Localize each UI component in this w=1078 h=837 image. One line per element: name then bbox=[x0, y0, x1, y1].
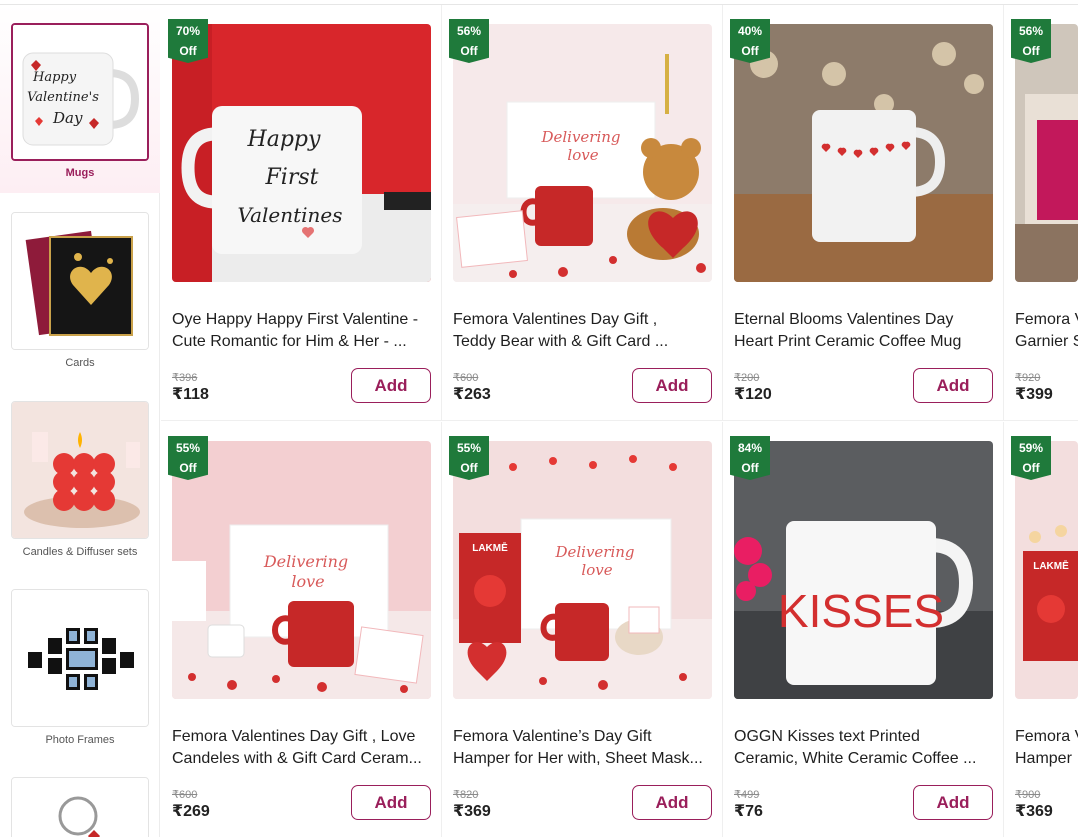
add-button[interactable]: Add bbox=[913, 785, 993, 820]
svg-text:Day: Day bbox=[52, 109, 83, 127]
product-image: Delivering love bbox=[172, 441, 431, 699]
product-card[interactable]: Delivering love LAKMĒ 55% Off Femora Vale… bbox=[442, 422, 723, 837]
svg-text:LAKMĒ: LAKMĒ bbox=[1033, 560, 1069, 572]
product-card[interactable]: LAKMĒ 59%Off Femora VHamper ₹900 ₹369 bbox=[1004, 422, 1078, 837]
discount-badge: 84% Off bbox=[730, 436, 770, 480]
product-title[interactable]: OGGN Kisses text Printed Ceramic, White C… bbox=[734, 726, 996, 770]
discount-badge: 56% Off bbox=[449, 19, 489, 63]
svg-text:love: love bbox=[567, 146, 598, 164]
product-card[interactable]: Happy First Valentines 70% Off Oye Happy … bbox=[161, 5, 442, 421]
product-title[interactable]: Femora VHamper bbox=[1015, 726, 1078, 770]
product-card[interactable]: 56%Off Femora VGarnier S ₹920 ₹399 bbox=[1004, 5, 1078, 421]
svg-text:LAKMĒ: LAKMĒ bbox=[472, 542, 508, 554]
product-image: Happy First Valentines bbox=[172, 24, 431, 282]
discount-badge: 56% Off bbox=[1011, 19, 1051, 63]
sidebar-item-label: Mugs bbox=[65, 167, 95, 179]
product-image: LAKMĒ bbox=[1015, 441, 1078, 699]
add-button[interactable]: Add bbox=[632, 368, 712, 403]
sidebar-item-cards[interactable]: Cards bbox=[0, 212, 160, 392]
svg-text:KISSES: KISSES bbox=[778, 585, 944, 637]
svg-text:Happy: Happy bbox=[247, 127, 321, 152]
original-price: ₹396 bbox=[172, 372, 198, 384]
sidebar-item-photo-frames[interactable]: Photo Frames bbox=[0, 589, 160, 769]
svg-text:Delivering: Delivering bbox=[554, 543, 634, 561]
original-price: ₹900 bbox=[1015, 789, 1041, 801]
product-image bbox=[1015, 24, 1078, 282]
keychain-thumbnail bbox=[11, 777, 149, 837]
product-card[interactable]: Delivering love 56% Off Femora Valentines… bbox=[442, 5, 723, 421]
svg-text:Valentine's: Valentine's bbox=[27, 90, 99, 105]
original-price: ₹499 bbox=[734, 789, 760, 801]
svg-text:First: First bbox=[265, 165, 319, 190]
discount-badge: 70% Off bbox=[168, 19, 208, 63]
add-button[interactable]: Add bbox=[632, 785, 712, 820]
original-price: ₹600 bbox=[172, 789, 198, 801]
product-card[interactable]: 40% Off Eternal Blooms Valentines Day Hear… bbox=[723, 5, 1004, 421]
product-title[interactable]: Oye Happy Happy First Valentine - Cute Ro… bbox=[172, 309, 434, 353]
product-card[interactable]: Delivering love 55% Off Femora Valentines… bbox=[161, 422, 442, 837]
product-image: KISSES bbox=[734, 441, 993, 699]
sale-price: ₹118 bbox=[172, 386, 209, 403]
product-grid: Happy First Valentines 70% Off Oye Happy … bbox=[161, 5, 1078, 837]
original-price: ₹200 bbox=[734, 372, 760, 384]
svg-text:Delivering: Delivering bbox=[540, 128, 620, 146]
add-button[interactable]: Add bbox=[351, 785, 431, 820]
mugs-thumbnail: Happy Valentine's Day bbox=[11, 23, 149, 161]
discount-badge: 55% Off bbox=[168, 436, 208, 480]
sidebar-item-mugs[interactable]: Happy Valentine's Day Mugs bbox=[0, 5, 160, 193]
photo-frames-thumbnail bbox=[11, 589, 149, 727]
sidebar-item-label: Cards bbox=[65, 357, 95, 369]
product-card[interactable]: KISSES 84% Off OGGN Kisses text Printed Ce… bbox=[723, 422, 1004, 837]
original-price: ₹920 bbox=[1015, 372, 1041, 384]
svg-text:Delivering: Delivering bbox=[263, 552, 348, 571]
discount-badge: 55% Off bbox=[449, 436, 489, 480]
cards-thumbnail bbox=[11, 212, 149, 350]
product-title[interactable]: Eternal Blooms Valentines Day Heart Print… bbox=[734, 309, 996, 353]
add-button[interactable]: Add bbox=[351, 368, 431, 403]
sale-price: ₹120 bbox=[734, 386, 772, 403]
sale-price: ₹76 bbox=[734, 803, 763, 820]
add-button[interactable]: Add bbox=[913, 368, 993, 403]
svg-text:love: love bbox=[291, 572, 324, 591]
sale-price: ₹369 bbox=[1015, 803, 1053, 820]
sale-price: ₹399 bbox=[1015, 386, 1053, 403]
product-title[interactable]: Femora Valentine’s Day Gift Hamper for He… bbox=[453, 726, 715, 770]
product-title[interactable]: Femora VGarnier S bbox=[1015, 309, 1078, 353]
original-price: ₹820 bbox=[453, 789, 479, 801]
discount-badge: 59% Off bbox=[1011, 436, 1051, 480]
svg-text:Happy: Happy bbox=[32, 70, 77, 85]
sidebar-item-label: Photo Frames bbox=[45, 734, 115, 746]
candles-thumbnail bbox=[11, 401, 149, 539]
sale-price: ₹263 bbox=[453, 386, 491, 403]
sidebar-item-keychains[interactable] bbox=[0, 777, 160, 837]
original-price: ₹600 bbox=[453, 372, 479, 384]
sale-price: ₹369 bbox=[453, 803, 491, 820]
product-image: Delivering love bbox=[453, 24, 712, 282]
product-title[interactable]: Femora Valentines Day Gift , Love Candele… bbox=[172, 726, 434, 770]
sidebar-item-candles[interactable]: Candles & Diffuser sets bbox=[0, 401, 160, 581]
product-title[interactable]: Femora Valentines Day Gift , Teddy Bear w… bbox=[453, 309, 715, 353]
category-sidebar: Happy Valentine's Day Mugs Cards Candles… bbox=[0, 5, 160, 837]
svg-text:love: love bbox=[581, 561, 612, 579]
product-image: Delivering love LAKMĒ bbox=[453, 441, 712, 699]
sidebar-item-label: Candles & Diffuser sets bbox=[22, 546, 138, 558]
svg-text:Valentines: Valentines bbox=[237, 203, 342, 227]
sale-price: ₹269 bbox=[172, 803, 210, 820]
discount-badge: 40% Off bbox=[730, 19, 770, 63]
product-image bbox=[734, 24, 993, 282]
